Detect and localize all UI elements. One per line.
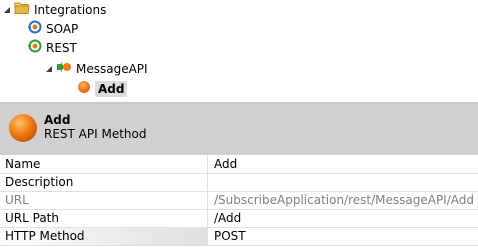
tree-node-messageapi[interactable]: MessageAPI: [44, 60, 148, 78]
property-value-readonly: /SubscribeApplication/rest/MessageAPI/Ad…: [214, 193, 474, 207]
tree-node-rest[interactable]: REST: [28, 39, 77, 57]
property-value-dropdown[interactable]: POST: [210, 228, 478, 245]
property-name: HTTP Method: [0, 228, 208, 245]
method-icon: [77, 80, 91, 99]
folder-icon: [14, 1, 30, 20]
tree-node-integrations[interactable]: Integrations: [2, 1, 106, 19]
property-value-input[interactable]: /Add: [210, 210, 478, 227]
property-value-input[interactable]: Add: [210, 156, 478, 173]
api-resource-icon: [56, 60, 72, 79]
property-row-description[interactable]: Description: [0, 174, 478, 192]
tree-label-add: Add: [95, 81, 128, 97]
property-name: Description: [0, 174, 208, 191]
property-name: URL Path: [0, 210, 208, 227]
collapse-arrow-icon[interactable]: [2, 1, 12, 19]
properties-grid: Name Add Description URL /SubscribeAppli…: [0, 156, 478, 246]
collapse-arrow-icon[interactable]: [44, 60, 54, 78]
method-large-icon: [8, 113, 38, 146]
tree-label-soap: SOAP: [46, 22, 79, 36]
property-row-url-path[interactable]: URL Path /Add: [0, 210, 478, 228]
property-name: Name: [0, 156, 208, 173]
soap-service-icon: [28, 20, 42, 39]
property-row-url[interactable]: URL /SubscribeApplication/rest/MessageAP…: [0, 192, 478, 210]
property-row-name[interactable]: Name Add: [0, 156, 478, 174]
integrations-tree: Integrations SOAP REST MessageAPI Add: [0, 0, 478, 103]
property-value-input[interactable]: [210, 174, 478, 191]
tree-label-messageapi: MessageAPI: [76, 62, 148, 76]
property-row-http-method[interactable]: HTTP Method POST: [0, 228, 478, 246]
rest-service-icon: [28, 39, 42, 58]
tree-label-rest: REST: [46, 41, 77, 55]
properties-subtitle: REST API Method: [44, 127, 147, 141]
properties-title: Add: [44, 113, 71, 127]
tree-label-integrations: Integrations: [34, 3, 107, 17]
tree-node-soap[interactable]: SOAP: [28, 20, 78, 38]
property-name: URL: [0, 192, 208, 209]
tree-node-add[interactable]: Add: [77, 80, 128, 99]
